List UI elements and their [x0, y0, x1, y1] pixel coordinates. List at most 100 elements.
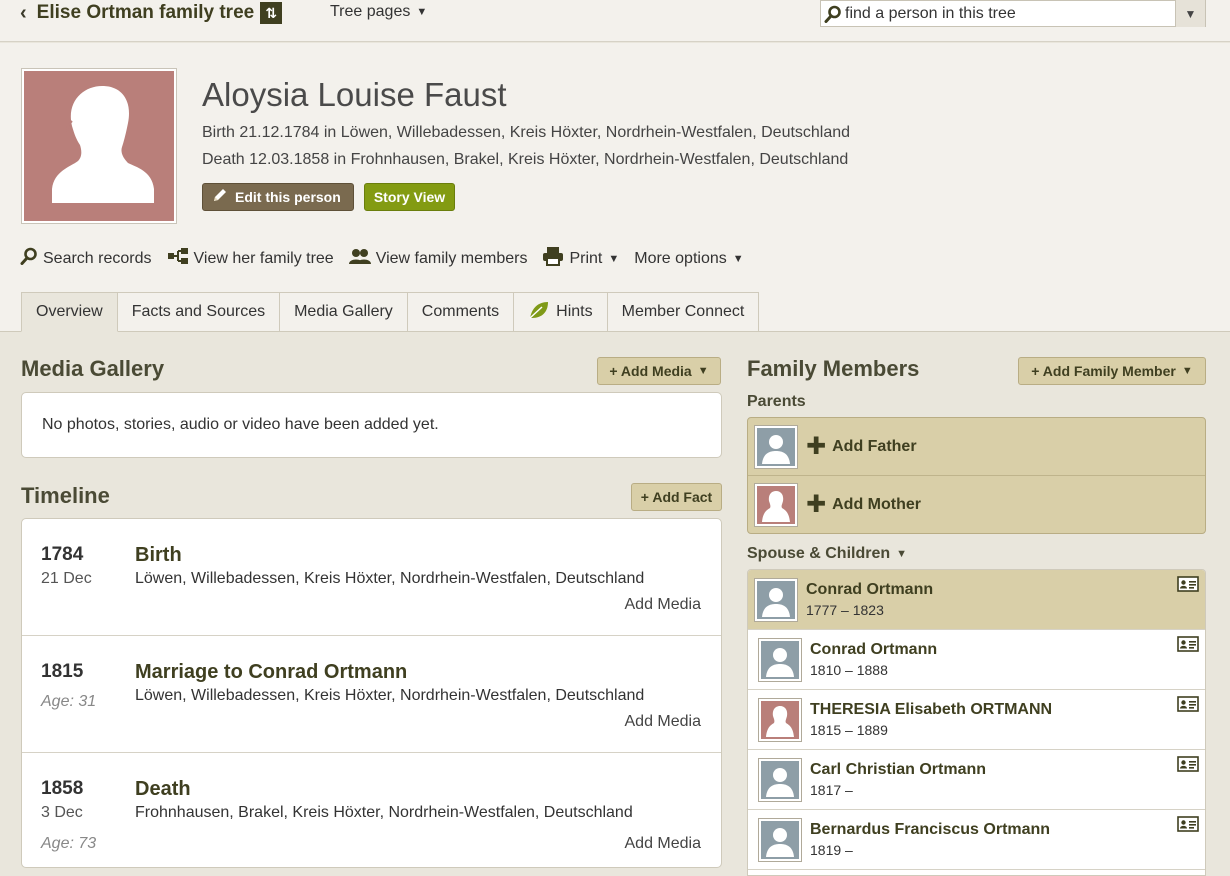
- plus-icon: ✚: [806, 432, 827, 460]
- event-date: 21 Dec: [41, 570, 92, 587]
- person-card-icon[interactable]: [1177, 636, 1199, 657]
- family-member-name: THERESIA Elisabeth ORTMANN: [810, 701, 1053, 718]
- more-options-menu[interactable]: More options ▼: [634, 250, 743, 268]
- child-row[interactable]: Bernardus Franciscus Ortmann 1819 –: [748, 810, 1205, 870]
- tab-media-gallery[interactable]: Media Gallery: [280, 292, 408, 332]
- pencil-icon: [211, 188, 229, 207]
- tab-overview[interactable]: Overview: [21, 292, 118, 332]
- person-search-input[interactable]: [845, 1, 1175, 26]
- family-members-title: Family Members: [747, 356, 920, 381]
- person-tabs: Overview Facts and Sources Media Gallery…: [21, 292, 760, 332]
- person-header: Aloysia Louise Faust Birth 21.12.1784 in…: [0, 43, 1230, 332]
- spouse-children-menu[interactable]: Spouse & Children ▼: [747, 545, 907, 563]
- add-family-member-button[interactable]: + Add Family Member ▼: [1018, 357, 1206, 385]
- add-father-row[interactable]: ✚ Add Father: [748, 418, 1205, 476]
- tree-pages-menu[interactable]: Tree pages ▼: [330, 3, 427, 21]
- family-tree-icon: [167, 247, 194, 270]
- leaf-icon: [528, 300, 556, 325]
- print-icon: [542, 246, 569, 271]
- add-media-label: + Add Media: [609, 363, 692, 379]
- child-row[interactable]: THERESIA Elisabeth ORTMANN 1815 – 1889: [748, 690, 1205, 750]
- tab-hints[interactable]: Hints: [514, 292, 608, 332]
- family-members-icon: [348, 247, 376, 270]
- timeline-title: Timeline: [21, 483, 110, 508]
- family-member-years: 1810 – 1888: [810, 662, 888, 678]
- tab-comments[interactable]: Comments: [407, 292, 515, 332]
- edit-person-button[interactable]: Edit this person: [202, 183, 354, 211]
- death-summary: Death 12.03.1858 in Frohnhausen, Brakel,…: [202, 151, 849, 168]
- family-member-name: Carl Christian Ortmann: [810, 761, 987, 778]
- event-add-media-link[interactable]: Add Media: [625, 835, 702, 853]
- timeline-event: 1784 21 Dec Birth Löwen, Willebadessen, …: [22, 519, 721, 636]
- family-member-years: 1817 –: [810, 782, 853, 798]
- person-card-icon[interactable]: [1177, 576, 1199, 597]
- event-title[interactable]: Death: [135, 778, 191, 801]
- add-mother-label: Add Mother: [832, 496, 921, 513]
- event-age: Age: 73: [41, 835, 97, 852]
- add-family-member-label: + Add Family Member: [1031, 363, 1176, 379]
- tab-member-connect[interactable]: Member Connect: [607, 292, 760, 332]
- caret-down-icon: ▼: [896, 548, 908, 560]
- view-family-tree-label: View her family tree: [193, 249, 334, 267]
- caret-down-icon: ▼: [1181, 365, 1193, 377]
- event-year: 1858: [41, 778, 84, 799]
- parents-list: ✚ Add Father ✚ Add Mother: [747, 417, 1206, 534]
- view-family-tree-link[interactable]: View her family tree: [167, 247, 334, 270]
- print-menu[interactable]: Print ▼: [542, 246, 619, 271]
- search-records-link[interactable]: Search records: [20, 247, 152, 270]
- plus-icon: ✚: [806, 491, 827, 518]
- event-title[interactable]: Marriage to Conrad Ortmann: [135, 661, 407, 684]
- event-add-media-link[interactable]: Add Media: [625, 713, 702, 731]
- view-family-members-link[interactable]: View family members: [348, 247, 528, 270]
- story-view-button[interactable]: Story View: [364, 183, 455, 211]
- more-options-label: More options: [634, 249, 727, 267]
- male-silhouette-icon: [758, 637, 802, 682]
- chevron-left-icon: ‹: [20, 2, 27, 24]
- search-records-label: Search records: [43, 249, 152, 267]
- event-date: 3 Dec: [41, 804, 83, 821]
- add-media-button[interactable]: + Add Media ▼: [597, 357, 721, 385]
- event-add-media-link[interactable]: Add Media: [625, 596, 702, 614]
- child-row[interactable]: Carl Christian Ortmann 1817 –: [748, 750, 1205, 810]
- male-silhouette-icon: [758, 817, 802, 862]
- event-age: Age: 31: [41, 693, 97, 710]
- person-avatar[interactable]: [21, 68, 177, 224]
- timeline-list: 1784 21 Dec Birth Löwen, Willebadessen, …: [21, 518, 722, 868]
- timeline-event: 1815 Age: 31 Marriage to Conrad Ortmann …: [22, 636, 721, 753]
- person-card-icon[interactable]: [1177, 696, 1199, 717]
- event-year: 1784: [41, 544, 84, 565]
- spouse-row[interactable]: Conrad Ortmann 1777 – 1823: [748, 570, 1205, 630]
- caret-down-icon: ▼: [697, 365, 709, 377]
- person-actions: Search records View her family tree View…: [20, 246, 759, 271]
- tab-facts-and-sources[interactable]: Facts and Sources: [117, 292, 281, 332]
- search-dropdown-button[interactable]: ▼: [1175, 0, 1205, 27]
- event-title[interactable]: Birth: [135, 544, 182, 567]
- male-silhouette-icon: [758, 757, 802, 802]
- person-card-icon[interactable]: [1177, 816, 1199, 837]
- tab-hints-label: Hints: [556, 303, 593, 320]
- tree-title[interactable]: Elise Ortman family tree: [37, 2, 255, 24]
- person-card-icon[interactable]: [1177, 756, 1199, 777]
- family-member-years: 1815 – 1889: [810, 722, 888, 738]
- spouse-children-label: Spouse & Children: [747, 545, 891, 562]
- event-place: Frohnhausen, Brakel, Kreis Höxter, Nordr…: [135, 804, 633, 821]
- child-row[interactable]: Conrad Ortmann 1810 – 1888: [748, 630, 1205, 690]
- view-family-members-label: View family members: [375, 249, 528, 267]
- top-bar: ‹ Elise Ortman family tree ⇅ Tree pages …: [0, 0, 1230, 42]
- family-member-years: 1819 –: [810, 842, 853, 858]
- add-mother-row[interactable]: ✚ Add Mother: [748, 476, 1205, 533]
- family-member-name: Conrad Ortmann: [806, 581, 934, 598]
- media-gallery-title: Media Gallery: [21, 356, 165, 381]
- search-icon: [20, 247, 43, 270]
- timeline-event: 1858 3 Dec Age: 73 Death Frohnhausen, Br…: [22, 753, 721, 867]
- edit-person-label: Edit this person: [235, 189, 341, 205]
- tree-switch-icon[interactable]: ⇅: [260, 2, 283, 24]
- caret-down-icon: ▼: [608, 252, 620, 265]
- person-search: ▼: [820, 0, 1206, 27]
- caret-down-icon: ▼: [416, 6, 428, 18]
- event-place: Löwen, Willebadessen, Kreis Höxter, Nord…: [135, 687, 645, 704]
- add-fact-button[interactable]: + Add Fact: [631, 483, 722, 511]
- caret-down-icon: ▼: [732, 252, 744, 265]
- event-year: 1815: [41, 661, 84, 682]
- tree-back-link[interactable]: ‹ Elise Ortman family tree ⇅: [20, 0, 283, 26]
